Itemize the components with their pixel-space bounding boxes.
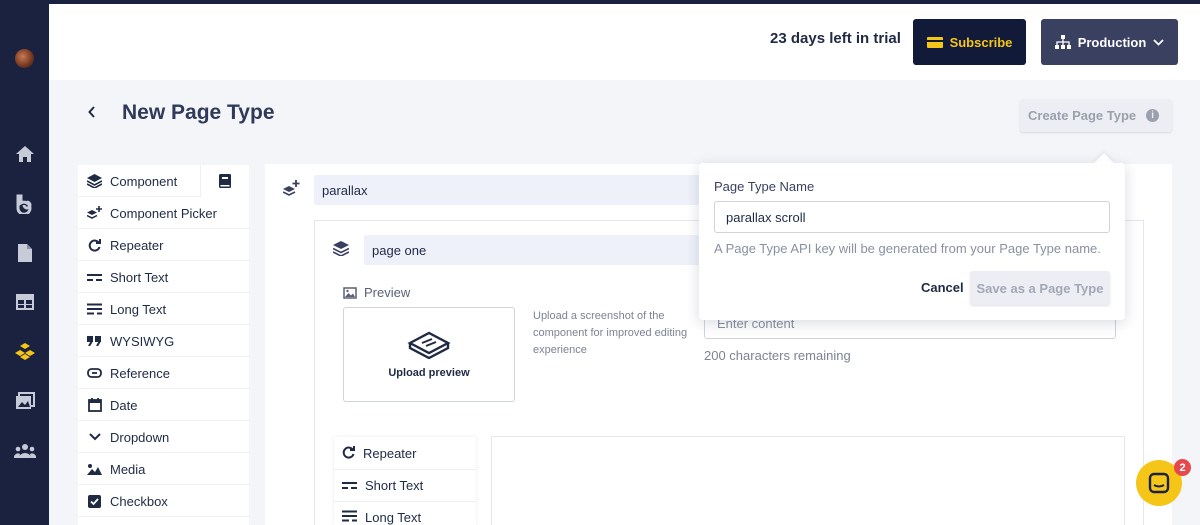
palette-item-media[interactable]: Media — [78, 454, 249, 485]
palette-item-label: Component — [110, 173, 178, 189]
create-page-type-button[interactable]: Create Page Type i — [1020, 99, 1172, 132]
palette-item-label: Repeater — [110, 237, 164, 253]
chevron-left-icon — [88, 106, 95, 118]
chevron-down-icon — [1153, 38, 1164, 46]
nested-drop-area[interactable] — [491, 436, 1125, 525]
credit-card-icon — [926, 36, 943, 48]
long-text-icon — [87, 303, 102, 315]
nested-field-palette: Repeater Short Text Long Text — [334, 437, 476, 525]
docs-button[interactable] — [200, 165, 249, 197]
palette-item-wysiwyg[interactable]: WYSIWYG — [78, 326, 249, 357]
component-name-field[interactable]: page one — [364, 235, 704, 265]
sitemap-icon — [1054, 35, 1071, 49]
preview-label-text: Preview — [364, 285, 411, 300]
long-text-icon — [342, 510, 357, 525]
page-icon[interactable] — [14, 242, 36, 264]
upload-preview-button[interactable]: Upload preview — [343, 307, 515, 402]
palette-item-label: Dropdown — [110, 429, 170, 445]
nested-item-short-text[interactable]: Short Text — [334, 470, 476, 502]
palette-item-label: Long Text — [110, 301, 167, 317]
stack-icon — [87, 174, 102, 188]
notification-badge: 2 — [1174, 459, 1191, 476]
palette-item-component-picker[interactable]: Component Picker — [78, 198, 249, 229]
media-library-icon[interactable] — [14, 390, 36, 412]
back-button[interactable] — [88, 105, 96, 123]
palette-item-label: Checkbox — [110, 493, 168, 509]
repeat-icon — [87, 238, 102, 252]
preview-label: Preview — [343, 285, 410, 300]
subscribe-button[interactable]: Subscribe — [913, 19, 1026, 65]
palette-item-dropdown[interactable]: Dropdown — [78, 422, 249, 453]
quote-icon — [87, 336, 102, 346]
palette-item-label: WYSIWYG — [110, 333, 175, 349]
book-icon — [219, 174, 231, 188]
link-icon — [87, 368, 102, 378]
image-icon — [343, 286, 357, 299]
upload-tray-icon — [407, 331, 451, 359]
stack-plus-icon — [87, 206, 102, 220]
nested-item-label: Repeater — [363, 446, 417, 461]
page-type-name-field[interactable]: parallax — [314, 175, 714, 205]
trial-status: 23 days left in trial — [770, 30, 901, 47]
popover-label: Page Type Name — [714, 179, 815, 194]
checkbox-icon — [87, 494, 102, 508]
users-icon[interactable] — [14, 440, 36, 462]
environment-label: Production — [1077, 34, 1147, 50]
page-type-name-popover: Page Type Name parallax scroll A Page Ty… — [699, 163, 1125, 320]
stack-plus-icon — [282, 180, 300, 201]
palette-item-component[interactable]: Component — [78, 166, 200, 197]
save-page-type-button[interactable]: Save as a Page Type — [970, 271, 1110, 305]
repeat-icon — [342, 445, 355, 462]
components-icon[interactable] — [14, 341, 36, 363]
palette-item-label: Reference — [110, 365, 170, 381]
layout-icon[interactable] — [14, 291, 36, 313]
char-counter: 200 characters remaining — [704, 348, 851, 363]
nested-item-repeater[interactable]: Repeater — [334, 438, 476, 470]
nested-item-label: Short Text — [365, 478, 424, 493]
create-page-type-label: Create Page Type — [1028, 108, 1137, 123]
short-text-icon — [342, 478, 357, 493]
info-icon: i — [1146, 109, 1160, 122]
environment-dropdown[interactable]: Production — [1041, 19, 1178, 65]
nested-item-long-text[interactable]: Long Text — [334, 502, 476, 525]
blog-icon[interactable] — [14, 193, 36, 215]
palette-item-repeater[interactable]: Repeater — [78, 230, 249, 261]
subscribe-label: Subscribe — [949, 34, 1013, 50]
avatar[interactable] — [15, 49, 34, 68]
media-icon — [87, 463, 102, 475]
palette-item-reference[interactable]: Reference — [78, 358, 249, 389]
palette-item-label: Short Text — [110, 269, 169, 285]
palette-item-short-text[interactable]: Short Text — [78, 262, 249, 293]
palette-item-label: Date — [110, 397, 138, 413]
popover-hint: A Page Type API key will be generated fr… — [714, 241, 1101, 256]
nested-item-label: Long Text — [365, 510, 422, 525]
palette-item-checkbox[interactable]: Checkbox — [78, 486, 249, 517]
topbar — [49, 4, 1200, 80]
popover-name-input[interactable]: parallax scroll — [714, 201, 1110, 233]
palette-item-long-text[interactable]: Long Text — [78, 294, 249, 325]
palette-item-label: Media — [110, 461, 146, 477]
calendar-icon — [87, 398, 102, 412]
cancel-button[interactable]: Cancel — [921, 280, 964, 295]
stack-icon — [332, 241, 350, 261]
chevron-down-icon — [87, 433, 102, 441]
palette-item-date[interactable]: Date — [78, 390, 249, 421]
upload-help-text: Upload a screenshot of the component for… — [533, 310, 688, 356]
home-icon[interactable] — [14, 143, 36, 165]
component-palette: Component Component Picker Repeater Shor… — [78, 165, 249, 525]
palette-item-label: Component Picker — [110, 205, 217, 221]
chat-icon — [1148, 472, 1170, 494]
short-text-icon — [87, 273, 102, 282]
page-title: New Page Type — [122, 101, 275, 124]
sidebar — [0, 0, 49, 525]
upload-preview-label: Upload preview — [388, 366, 470, 379]
